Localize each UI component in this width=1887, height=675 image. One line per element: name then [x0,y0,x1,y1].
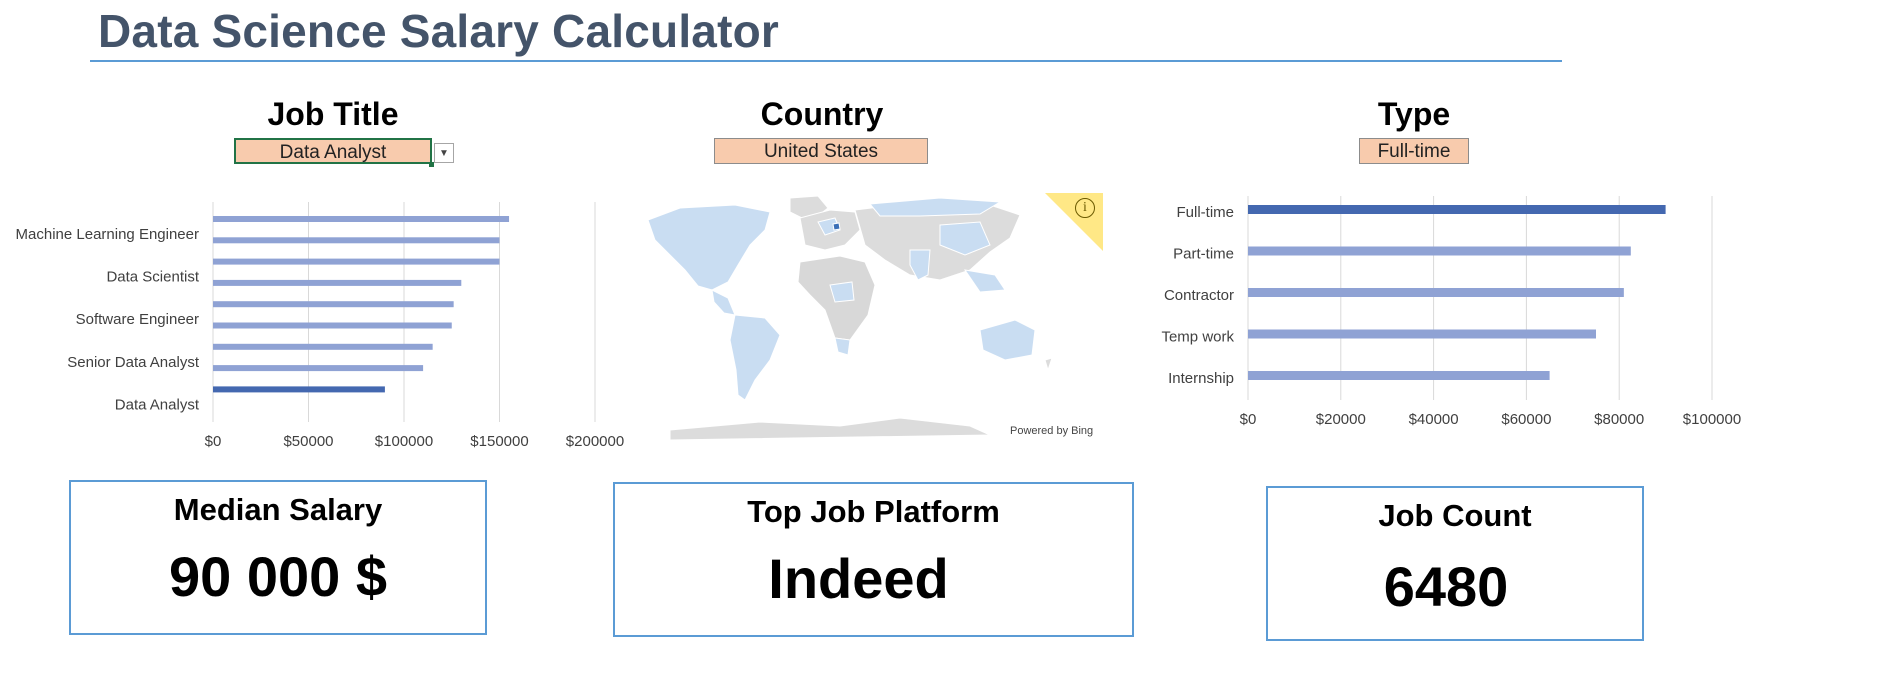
x-tick-label: $80000 [1594,411,1644,428]
x-tick-label: $100000 [375,433,433,450]
job-title-label: Job Title [267,96,399,132]
bar [1248,288,1624,297]
x-tick-label: $0 [1240,411,1257,428]
bar [213,343,433,350]
category-label: Contractor [1164,287,1234,304]
map-info-flag [1045,193,1103,251]
category-label: Software Engineer [76,311,199,328]
bar [1248,246,1631,256]
x-tick-label: $60000 [1501,411,1551,428]
title-underline [90,60,1562,62]
map-south-america [729,314,781,401]
bar [213,258,500,265]
top-job-platform-label: Top Job Platform [747,494,1000,529]
powered-by-text: Powered by Bing [1010,425,1094,437]
info-icon[interactable]: i [1075,198,1095,218]
country-slicer[interactable]: United States [714,138,928,164]
job-title-slicer[interactable]: Data Analyst [234,138,432,164]
map-africa-highlight [829,281,855,303]
job-count-card: Job Count 6480 [1266,486,1644,641]
median-salary-value: 90 000 $ [169,545,387,608]
bar [1248,329,1596,339]
top-job-platform-card: Top Job Platform Indeed [613,482,1134,637]
bar [1248,205,1666,214]
bar [213,365,424,372]
map-se-asia [963,269,1006,293]
map-selected-country [832,222,841,231]
bar [213,237,500,244]
job-count-label: Job Count [1378,498,1532,533]
map-new-zealand [1044,357,1053,372]
category-label: Senior Data Analyst [67,354,200,371]
page-title: Data Science Salary Calculator [98,5,779,57]
bar [213,279,462,286]
category-label: Machine Learning Engineer [16,226,199,243]
dropdown-arrow-icon[interactable]: ▼ [434,143,454,163]
top-job-platform-value: Indeed [768,547,949,610]
x-tick-label: $40000 [1409,411,1459,428]
map-australia [979,319,1036,361]
median-salary-card: Median Salary 90 000 $ [69,480,487,635]
map-southern-africa [834,337,851,356]
bar [1248,371,1550,380]
type-slicer[interactable]: Full-time [1359,138,1469,164]
bar [213,322,452,329]
x-tick-label: $50000 [283,433,333,450]
map-antarctica [669,417,991,441]
category-label: Full-time [1176,204,1234,221]
map-central-america [711,289,736,316]
x-tick-label: $200000 [566,433,624,450]
country-label: Country [760,96,884,132]
category-label: Part-time [1173,246,1234,263]
category-label: Internship [1168,370,1234,387]
x-tick-label: $150000 [470,433,528,450]
x-tick-label: $20000 [1316,411,1366,428]
category-label: Temp work [1161,329,1234,346]
category-label: Data Scientist [106,269,199,286]
job-count-value: 6480 [1383,555,1509,618]
bar [213,386,385,393]
map-north-america [647,204,771,291]
category-label: Data Analyst [115,396,200,413]
x-tick-label: $0 [205,433,222,450]
bar [213,301,454,308]
job-type-salary-chart: $0 $20000 $40000 $60000 $80000 $100000 Full-ti… [1161,196,1741,428]
bar [213,216,510,222]
map-russia [869,197,1002,217]
job-title-salary-chart: $0 $50000 $100000 $150000 $200000 Machine Lea… [16,202,624,450]
median-salary-label: Median Salary [173,492,383,527]
country-map [640,190,1105,445]
type-label: Type [1377,96,1451,132]
x-tick-label: $100000 [1683,411,1741,428]
